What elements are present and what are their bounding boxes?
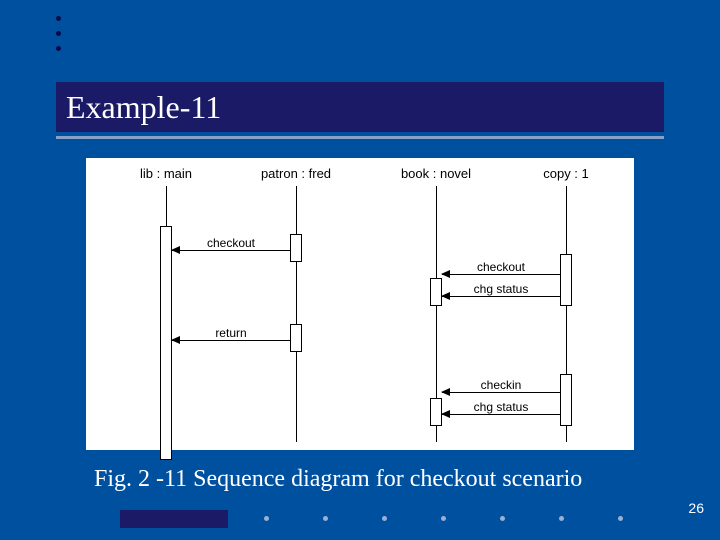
title-bar: Example-11 — [56, 82, 664, 132]
lifeline-label-book: book : novel — [386, 166, 486, 181]
message-label: chg status — [442, 400, 560, 414]
message: chg status — [442, 286, 560, 300]
lifeline-label-copy: copy : 1 — [516, 166, 616, 181]
activation-copy — [560, 374, 572, 426]
sequence-diagram: lib : main patron : fred book : novel copy … — [86, 158, 634, 450]
dot — [264, 516, 269, 521]
message-label: checkout — [442, 260, 560, 274]
arrow-icon — [171, 336, 180, 344]
arrow-icon — [441, 270, 450, 278]
message: checkout — [172, 240, 290, 254]
lifeline-label-lib: lib : main — [116, 166, 216, 181]
dot — [441, 516, 446, 521]
message: chg status — [442, 404, 560, 418]
dot — [323, 516, 328, 521]
decorative-square-bottom — [120, 510, 228, 528]
page-number: 26 — [688, 500, 704, 516]
slide-title: Example-11 — [66, 89, 221, 126]
figure-caption: Fig. 2 -11 Sequence diagram for checkout… — [94, 466, 582, 493]
arrow-icon — [441, 292, 450, 300]
lifeline-label-patron: patron : fred — [246, 166, 346, 181]
dot — [56, 46, 61, 51]
lifeline-patron — [296, 186, 297, 442]
dot — [618, 516, 623, 521]
decorative-dots-top — [56, 16, 61, 61]
message: return — [172, 330, 290, 344]
title-underline — [56, 136, 664, 139]
arrow-icon — [441, 410, 450, 418]
activation-copy — [560, 254, 572, 306]
arrow-icon — [171, 246, 180, 254]
message: checkout — [442, 264, 560, 278]
dot — [56, 16, 61, 21]
message-label: checkin — [442, 378, 560, 392]
decorative-dots-bottom — [264, 516, 623, 521]
dot — [500, 516, 505, 521]
dot — [56, 31, 61, 36]
dot — [559, 516, 564, 521]
activation-patron — [290, 234, 302, 262]
message: checkin — [442, 382, 560, 396]
arrow-icon — [441, 388, 450, 396]
message-label: chg status — [442, 282, 560, 296]
dot — [382, 516, 387, 521]
message-label: checkout — [172, 236, 290, 250]
activation-patron — [290, 324, 302, 352]
message-label: return — [172, 326, 290, 340]
